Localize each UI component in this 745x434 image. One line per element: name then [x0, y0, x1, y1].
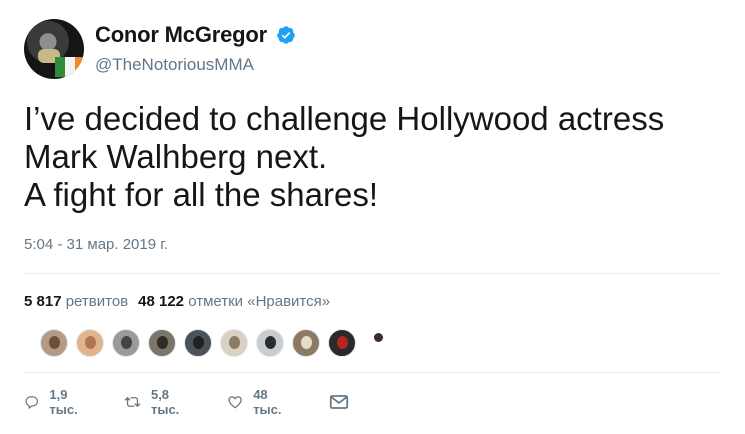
direct-message-button[interactable]: [328, 390, 350, 414]
tweet-line: Mark Walhberg next.: [24, 138, 328, 175]
reply-icon: [25, 396, 39, 409]
tweet-line: A fight for all the shares!: [24, 176, 379, 213]
engagement-stats: 5 817 ретвитов 48 122 отметки «Нравится»: [24, 293, 330, 310]
reply-button[interactable]: 1,9 тыс.: [24, 387, 84, 417]
liker-avatar[interactable]: [256, 329, 284, 357]
liker-avatar[interactable]: [112, 329, 140, 357]
like-count: 48 тыс.: [253, 387, 282, 417]
heart-icon: [228, 396, 242, 409]
likes-stat[interactable]: 48 122 отметки «Нравится»: [138, 293, 330, 310]
author-name[interactable]: Conor McGregor: [95, 22, 267, 48]
liker-avatar[interactable]: [364, 329, 392, 357]
retweets-stat[interactable]: 5 817 ретвитов: [24, 293, 128, 310]
like-button[interactable]: 48 тыс.: [227, 387, 287, 417]
retweet-count: 5,8 тыс.: [150, 387, 180, 417]
tweet-timestamp[interactable]: 5:04 - 31 мар. 2019 г.: [24, 236, 168, 253]
liker-avatar[interactable]: [184, 329, 212, 357]
tweet-line: I’ve decided to challenge Hollywood actr…: [24, 100, 665, 137]
divider: [24, 273, 721, 274]
envelope-icon: [329, 395, 349, 409]
divider: [24, 372, 721, 373]
likes-label: отметки «Нравится»: [188, 293, 331, 310]
tweet-card: Conor McGregor @TheNotoriousMMA I’ve dec…: [0, 0, 745, 434]
tweet-text: I’ve decided to challenge Hollywood actr…: [24, 100, 724, 214]
author-handle[interactable]: @TheNotoriousMMA: [95, 55, 254, 75]
liker-avatar[interactable]: [40, 329, 68, 357]
likes-count: 48 122: [138, 293, 185, 310]
retweets-count: 5 817: [24, 293, 62, 310]
verified-badge-icon: [277, 26, 295, 44]
retweet-button[interactable]: 5,8 тыс.: [124, 387, 186, 417]
liker-avatar[interactable]: [292, 329, 320, 357]
liker-avatar[interactable]: [76, 329, 104, 357]
author-avatar[interactable]: [24, 19, 84, 79]
retweet-icon: [124, 397, 141, 407]
liker-avatar[interactable]: [148, 329, 176, 357]
liker-avatar[interactable]: [220, 329, 248, 357]
liker-avatar[interactable]: [328, 329, 356, 357]
retweets-label: ретвитов: [65, 293, 129, 310]
reply-count: 1,9 тыс.: [49, 387, 78, 417]
